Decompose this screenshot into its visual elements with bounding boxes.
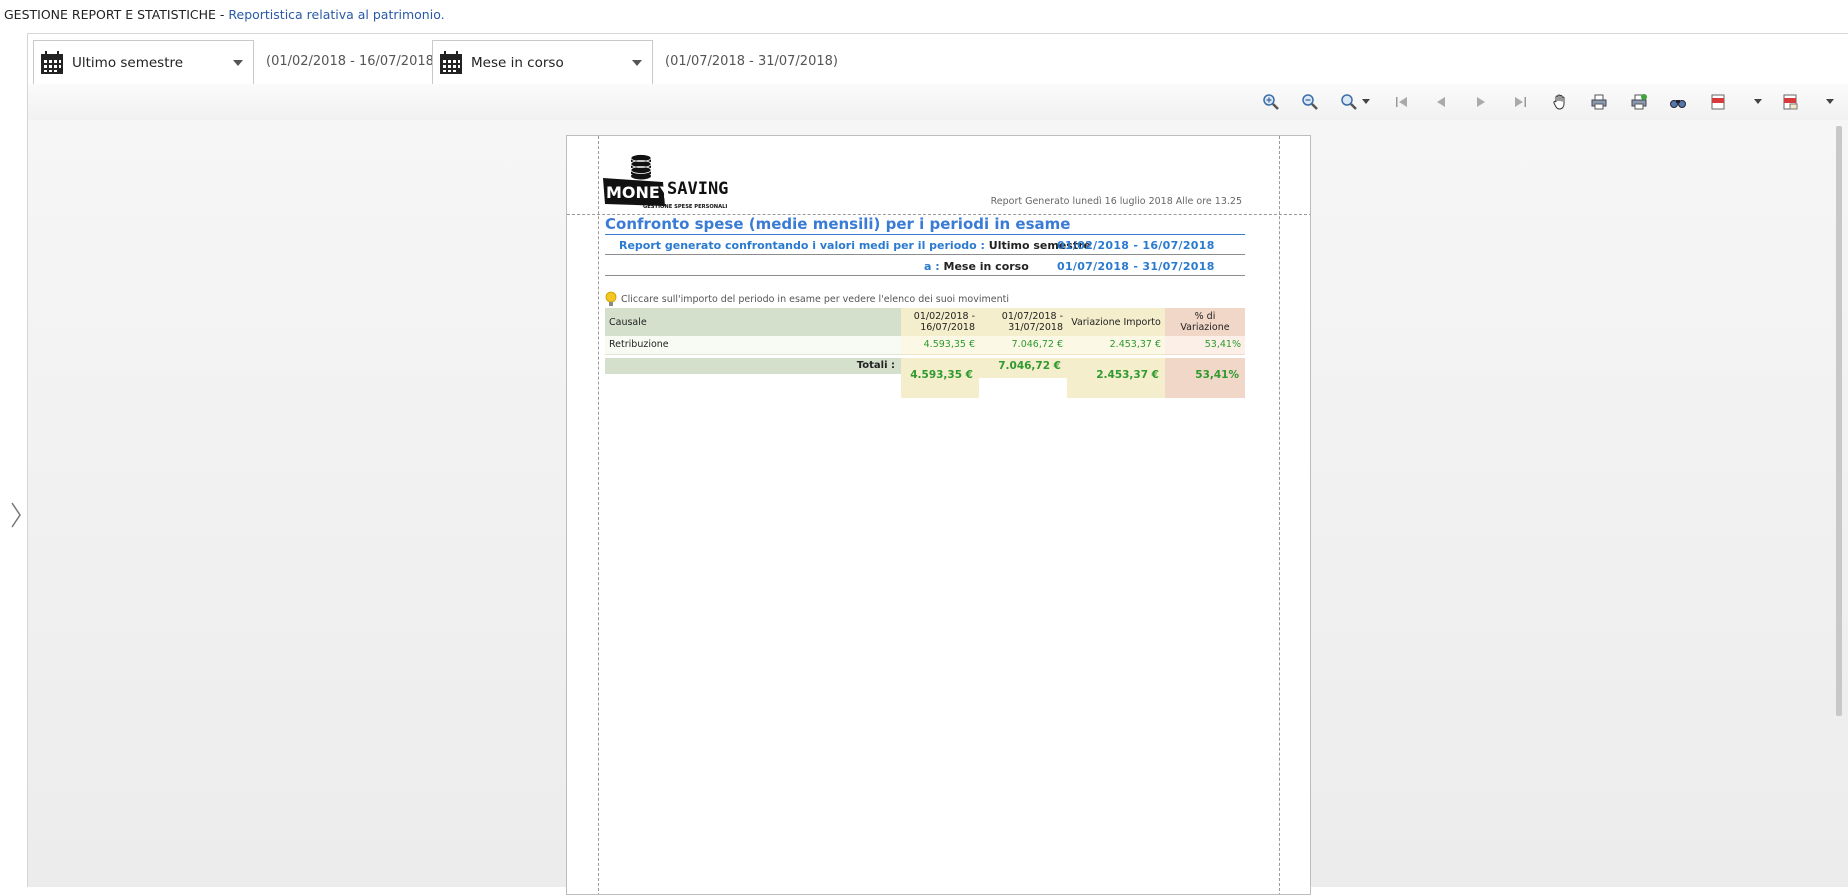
compare-period-row: Report generato confrontando i valori me… [605,239,1245,252]
row-period-2-amount[interactable]: 7.046,72 € [979,336,1067,355]
lightbulb-icon [605,291,617,306]
col-period-2-line1: 01/07/2018 - [1001,311,1063,322]
logo-saving-text: SAVING [667,179,728,199]
totals-row: Totali : 4.593,35 € 7.046,72 € 2.453,37 … [605,358,1245,398]
totals-period-2-cell: 7.046,72 € [979,358,1067,378]
hint-text: Cliccare sull'importo del periodo in esa… [605,291,1009,307]
target-period-row: a : Mese in corso 01/07/2018 - 31/07/201… [605,260,1245,273]
target-period-dates: 01/07/2018 - 31/07/2018 [1057,260,1215,273]
totals-period-1-cell: 4.593,35 € [901,358,979,398]
hand-tool-icon[interactable] [1549,92,1571,112]
section-subtitle[interactable]: Reportistica relativa al patrimonio. [228,7,444,22]
report-toolbar [28,84,1848,120]
zoom-in-icon[interactable] [1260,92,1282,112]
export-pdf-icon[interactable] [1707,92,1729,112]
totals-period-2: 7.046,72 € [998,360,1061,372]
col-period-1: 01/02/2018 -16/07/2018 [901,308,979,336]
next-page-icon[interactable] [1470,92,1492,112]
logo-tagline: GESTIONE SPESE PERSONALI [643,204,727,210]
col-percentuale: % di Variazione [1165,308,1245,336]
totals-percentuale-cell: 53,41% [1165,358,1245,398]
calendar-icon [440,50,462,74]
find-icon[interactable] [1667,92,1689,112]
compare-period-dates: 01/02/2018 - 16/07/2018 [1057,239,1215,252]
calendar-icon [41,50,63,74]
table-header-row: Causale 01/02/2018 -16/07/2018 01/07/201… [605,308,1245,336]
chevron-down-icon[interactable] [1754,99,1762,104]
col-period-1-line1: 01/02/2018 - [913,311,975,322]
previous-page-icon[interactable] [1430,92,1452,112]
send-pdf-icon[interactable] [1779,92,1801,112]
period-2-dropdown[interactable]: Mese in corso [432,40,653,84]
period-selector-row: Ultimo semestre (01/02/2018 - 16/07/2018… [28,34,1848,84]
margin-guide [1279,136,1280,894]
header-separator: - [215,7,229,22]
totals-label: Totali : [605,358,901,374]
period-1-dropdown[interactable]: Ultimo semestre [33,40,254,84]
report-viewer: MONEY SAVING GESTIONE SPESE PERSONALI Re… [28,120,1848,895]
col-period-1-line2: 16/07/2018 [920,322,975,333]
quick-print-icon[interactable] [1628,92,1650,112]
row-percentuale: 53,41% [1165,336,1245,355]
chevron-down-icon[interactable] [233,59,243,66]
row-variazione: 2.453,37 € [1067,336,1165,355]
vertical-scrollbar[interactable] [1836,126,1842,716]
table-row: Retribuzione 4.593,35 € 7.046,72 € 2.453… [605,336,1245,355]
collapsed-side-panel [0,33,28,887]
row-causale: Retribuzione [605,336,901,355]
totals-period-1: 4.593,35 € [910,369,973,381]
period-2-range: (01/07/2018 - 31/07/2018) [665,54,838,69]
chevron-down-icon[interactable] [1826,99,1834,104]
col-period-2: 01/07/2018 -31/07/2018 [979,308,1067,336]
page-header: GESTIONE REPORT E STATISTICHE - Reportis… [0,0,1848,32]
section-title: GESTIONE REPORT E STATISTICHE [4,7,216,22]
report-title: Confronto spese (medie mensili) per i pe… [605,215,1071,233]
first-page-icon[interactable] [1391,92,1413,112]
chevron-down-icon[interactable] [1362,99,1370,104]
divider [605,275,1245,276]
last-page-icon[interactable] [1509,92,1531,112]
row-period-1-amount[interactable]: 4.593,35 € [901,336,979,355]
divider [605,254,1245,255]
col-variazione: Variazione Importo [1067,308,1165,336]
hint-label: Cliccare sull'importo del periodo in esa… [621,293,1009,305]
money-saving-logo: MONEY SAVING GESTIONE SPESE PERSONALI [603,154,728,210]
period-1-range: (01/02/2018 - 16/07/2018) [266,54,439,69]
zoom-menu-icon[interactable] [1338,92,1360,112]
print-icon[interactable] [1588,92,1610,112]
zoom-out-icon[interactable] [1299,92,1321,112]
period-2-label: Mese in corso [471,54,564,71]
logo-money-text: MONEY [606,183,672,202]
comparison-table: Causale 01/02/2018 -16/07/2018 01/07/201… [605,308,1245,355]
chevron-right-icon[interactable] [9,501,23,529]
period-1-label: Ultimo semestre [72,54,184,71]
generation-timestamp: Report Generato lunedì 16 luglio 2018 Al… [990,196,1242,207]
title-underline [605,234,1245,235]
col-period-2-line2: 31/07/2018 [1008,322,1063,333]
chevron-down-icon[interactable] [632,59,642,66]
report-area: Ultimo semestre (01/02/2018 - 16/07/2018… [28,33,1848,895]
col-causale: Causale [605,308,901,336]
target-period-name: Mese in corso [943,260,1029,273]
margin-guide [598,136,599,894]
totals-percentuale: 53,41% [1195,369,1239,381]
target-label: a : [924,260,940,273]
totals-variazione: 2.453,37 € [1096,369,1159,381]
compare-label: Report generato confrontando i valori me… [619,239,985,252]
report-page: MONEY SAVING GESTIONE SPESE PERSONALI Re… [566,135,1311,895]
totals-variazione-cell: 2.453,37 € [1067,358,1165,398]
